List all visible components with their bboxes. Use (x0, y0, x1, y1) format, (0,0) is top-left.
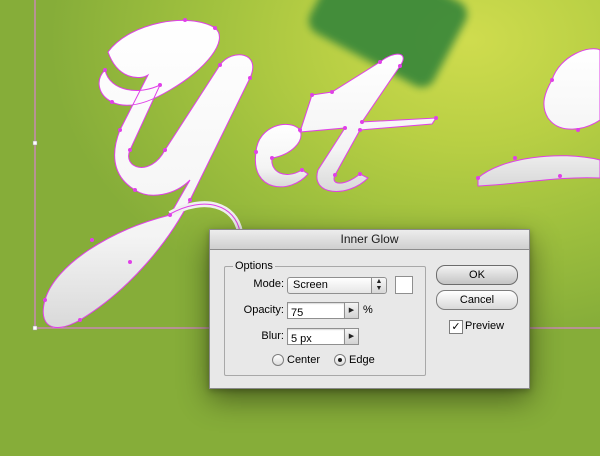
edge-radio-label[interactable]: Edge (349, 354, 375, 366)
mode-select-value: Screen (293, 279, 328, 291)
glow-color-swatch[interactable] (395, 276, 413, 294)
cancel-button[interactable]: Cancel (436, 290, 518, 310)
edge-radio[interactable] (334, 354, 346, 366)
ok-button[interactable]: OK (436, 265, 518, 285)
bounding-handle-bottom-left[interactable] (32, 325, 38, 331)
select-arrows-icon: ▲ ▼ (371, 278, 386, 293)
center-radio[interactable] (272, 354, 284, 366)
dialog-titlebar[interactable]: Inner Glow (210, 230, 529, 250)
opacity-unit: % (363, 304, 373, 316)
opacity-popup-arrow-icon[interactable]: ▶ (344, 302, 359, 319)
opacity-field[interactable] (287, 302, 345, 321)
opacity-input[interactable] (288, 305, 344, 321)
letter-partial-shape[interactable] (477, 48, 600, 187)
opacity-label: Opacity: (243, 304, 284, 316)
letter-t-shape[interactable] (299, 53, 437, 192)
blur-input[interactable] (288, 331, 344, 347)
preview-label[interactable]: Preview (465, 320, 504, 332)
dialog-title: Inner Glow (340, 232, 399, 246)
preview-checkbox[interactable]: ✓ (449, 320, 463, 334)
blur-label: Blur: (261, 330, 284, 342)
mode-select[interactable]: Screen ▲ ▼ (287, 277, 387, 294)
bounding-handle-left[interactable] (32, 140, 38, 146)
letter-e-shape[interactable] (254, 123, 309, 188)
mode-label: Mode: (253, 278, 284, 290)
center-radio-label[interactable]: Center (287, 354, 320, 366)
options-group-title: Options (233, 260, 275, 272)
inner-glow-dialog: Inner Glow Options Mode: Screen ▲ ▼ Opaci… (209, 229, 530, 389)
blur-field[interactable] (287, 328, 345, 347)
blur-popup-arrow-icon[interactable]: ▶ (344, 328, 359, 345)
